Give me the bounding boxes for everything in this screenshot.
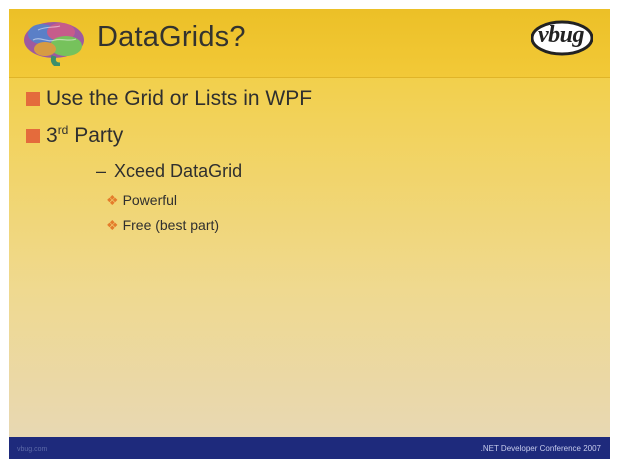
sub-bullet-1: – Xceed DataGrid [96, 161, 242, 182]
slide-content: Use the Grid or Lists in WPF 3rd Party –… [9, 9, 610, 459]
diamond-bullet-icon: ❖ [106, 192, 119, 208]
slide: DataGrids? vbug Use the Grid or Lists in… [9, 9, 610, 459]
dash-bullet-icon: – [96, 161, 107, 181]
square-bullet-icon [26, 92, 40, 106]
bullet-1: Use the Grid or Lists in WPF [26, 87, 312, 111]
sub-sub-bullet-1: ❖ Powerful [106, 192, 177, 208]
bullet-text: 3rd Party [46, 123, 124, 147]
sub-sub-bullet-2: ❖ Free (best part) [106, 217, 219, 233]
sub-sub-bullet-text: Free (best part) [122, 217, 220, 233]
footer-right-text: .NET Developer Conference 2007 [480, 444, 601, 453]
sub-sub-bullet-text: Powerful [122, 192, 178, 208]
bullet-text: Use the Grid or Lists in WPF [46, 87, 313, 110]
bullet-2: 3rd Party [26, 123, 123, 148]
diamond-bullet-icon: ❖ [106, 217, 119, 233]
footer-left-text: vbug.com [17, 446, 48, 453]
sub-bullet-text: Xceed DataGrid [114, 161, 243, 181]
square-bullet-icon [26, 128, 40, 143]
